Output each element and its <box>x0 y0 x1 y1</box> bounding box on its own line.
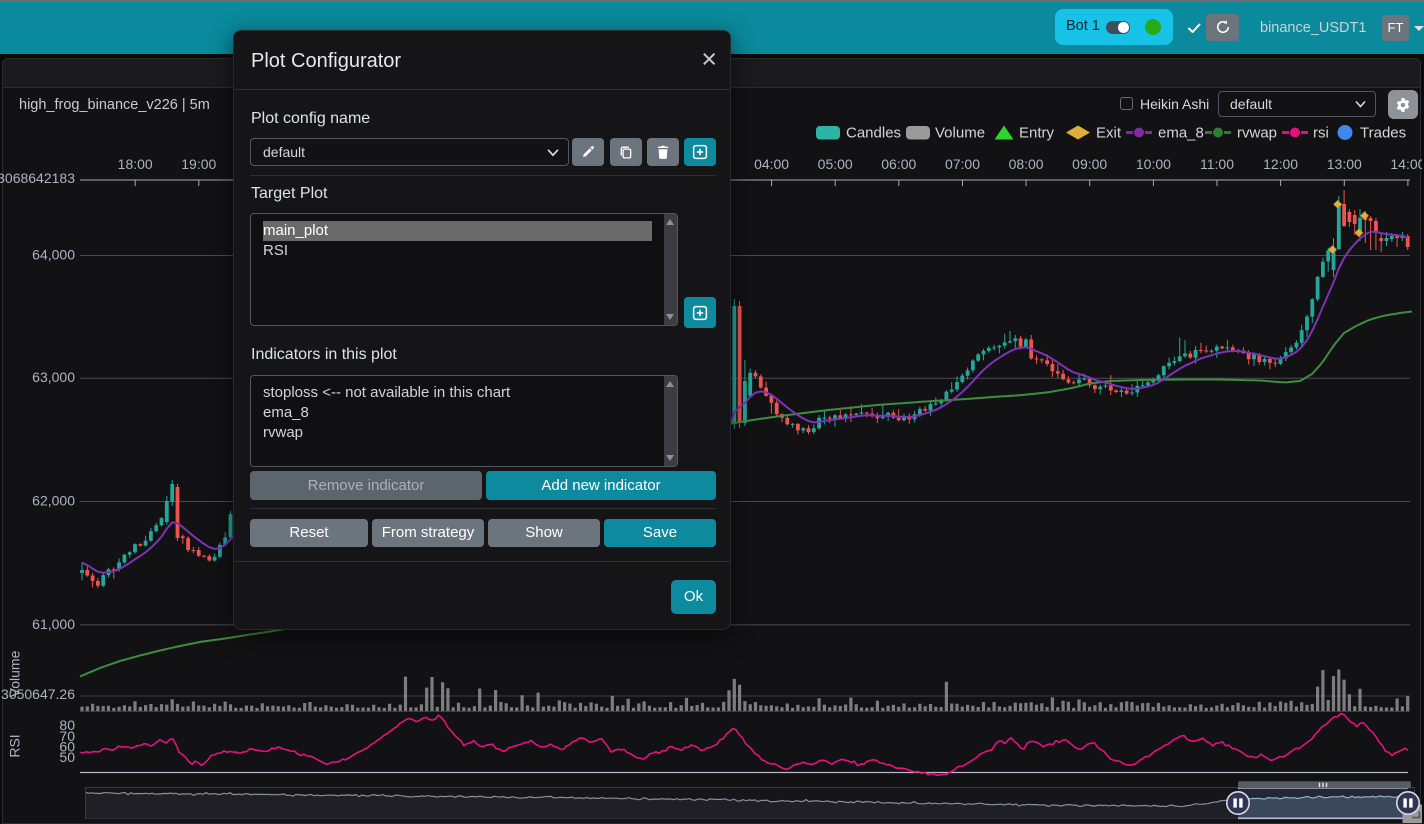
svg-text:19:00: 19:00 <box>181 156 216 172</box>
svg-text:Candles: Candles <box>846 125 901 142</box>
svg-text:3050647.26: 3050647.26 <box>1 686 75 702</box>
svg-text:high_frog_binance_v226 | 5m: high_frog_binance_v226 | 5m <box>19 97 210 113</box>
svg-text:18:00: 18:00 <box>118 156 153 172</box>
svg-text:12:00: 12:00 <box>1263 156 1298 172</box>
svg-text:06:00: 06:00 <box>881 156 916 172</box>
svg-text:09:00: 09:00 <box>1072 156 1107 172</box>
svg-text:50: 50 <box>59 749 75 765</box>
svg-text:05:00: 05:00 <box>818 156 853 172</box>
svg-text:63,000: 63,000 <box>32 369 75 385</box>
svg-text:61,000: 61,000 <box>32 616 75 632</box>
svg-text:08:00: 08:00 <box>1009 156 1044 172</box>
svg-text:14:00: 14:00 <box>1390 156 1424 172</box>
svg-text:13:00: 13:00 <box>1327 156 1362 172</box>
svg-text:11:00: 11:00 <box>1200 156 1234 172</box>
svg-text:62,000: 62,000 <box>32 493 75 509</box>
svg-text:ema_8: ema_8 <box>1158 125 1204 142</box>
svg-text:Exit: Exit <box>1096 125 1122 142</box>
svg-text:Volume: Volume <box>935 125 985 142</box>
svg-text:10:00: 10:00 <box>1136 156 1171 172</box>
svg-text:64,000: 64,000 <box>32 247 75 263</box>
svg-text:rvwap: rvwap <box>1237 125 1277 142</box>
svg-text:rsi: rsi <box>1313 125 1329 142</box>
svg-text:04:00: 04:00 <box>754 156 789 172</box>
svg-text:Entry: Entry <box>1019 125 1055 142</box>
svg-text:3068642183: 3068642183 <box>0 170 75 186</box>
svg-text:07:00: 07:00 <box>945 156 980 172</box>
svg-text:RSI: RSI <box>7 734 23 757</box>
svg-text:Trades: Trades <box>1360 125 1406 142</box>
